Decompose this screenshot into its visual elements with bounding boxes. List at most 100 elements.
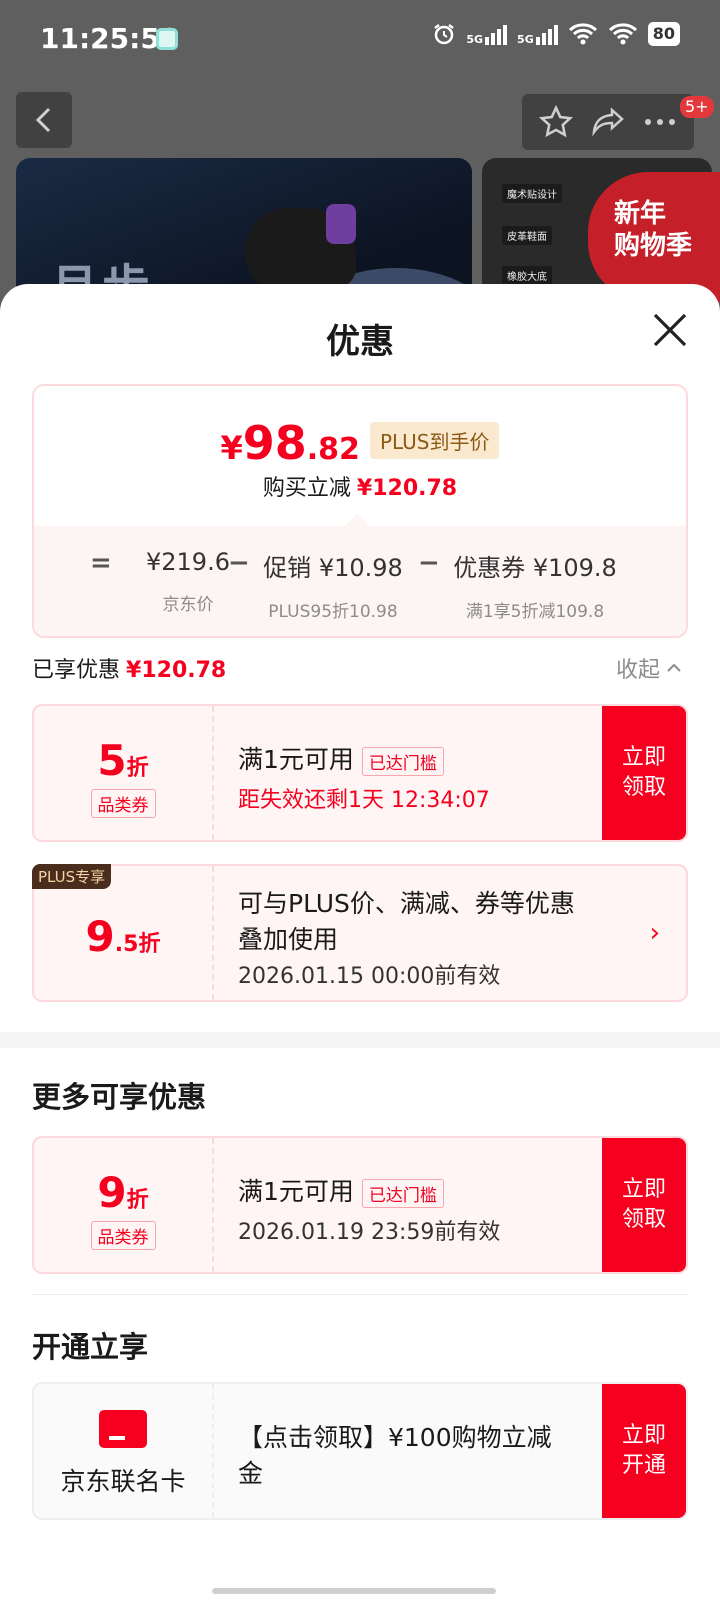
card-offer-description-cont: 金 — [238, 1459, 264, 1488]
app-notification-icon — [156, 28, 178, 50]
coupon-discount-rate: 5折 — [34, 736, 212, 785]
chevron-up-icon — [667, 663, 681, 672]
threshold-reached-tag: 已达门槛 — [361, 1178, 444, 1208]
coupon-discount-rate: 9.5折 — [34, 912, 212, 961]
discount-number: 5 — [97, 736, 127, 785]
share-icon[interactable] — [590, 106, 626, 138]
discount-bottom-sheet: 优惠 ¥ 98 .82 PLUS到手价 购买立减 ¥120.78 = ¥219.6… — [0, 284, 720, 1600]
purchase-reduction: 购买立减 ¥120.78 — [34, 470, 686, 502]
coupon-info: 满1元可用 已达门槛 距失效还剩1天 12:34:07 — [238, 740, 490, 814]
signal-bars-icon — [535, 23, 558, 45]
signal-bars-icon — [485, 23, 508, 45]
threshold-reached-tag: 已达门槛 — [361, 746, 444, 776]
category-coupon-card: 9折 品类券 满1元可用 已达门槛 2026.01.19 23:59前有效 立即领… — [32, 1136, 688, 1274]
coupon-validity: 2026.01.15 00:00前有效 — [238, 964, 501, 989]
card-offer-description: 【点击领取】¥100购物立减 — [238, 1423, 552, 1452]
promo-label: PLUS95折10.98 — [268, 602, 398, 622]
coupon-discount-block: 9折 品类券 — [34, 1138, 214, 1272]
category-coupon-card: 5折 品类券 满1元可用 已达门槛 距失效还剩1天 12:34:07 立即 领取 — [32, 704, 688, 842]
open-card-button[interactable]: 立即 开通 — [602, 1384, 686, 1518]
home-indicator[interactable] — [212, 1588, 496, 1594]
coupon-countdown: 距失效还剩1天 12:34:07 — [238, 788, 490, 813]
enjoyed-discount: 已享优惠 ¥120.78 — [32, 652, 226, 684]
promo-value: 促销 ¥10.98 — [263, 554, 403, 582]
status-icons: 5G 5G 80 — [432, 22, 680, 46]
section-divider-thin — [32, 1294, 688, 1295]
background-page: 11:25:50 5G 5G 80 5+ 月步 魔 — [0, 0, 720, 328]
button-line1: 立即 — [621, 1177, 666, 1202]
coupon-description: 可与PLUS价、满减、券等优惠 — [238, 889, 575, 918]
enjoyed-label: 已享优惠 — [32, 658, 121, 683]
coupon-info: 可与PLUS价、满减、券等优惠 叠加使用 2026.01.15 00:00前有效 — [238, 884, 575, 990]
equals-sign: = — [90, 548, 112, 578]
plus-exclusive-coupon-card[interactable]: 9.5折 可与PLUS价、满减、券等优惠 叠加使用 2026.01.15 00:… — [32, 864, 688, 1002]
card-offer-info: 【点击领取】¥100购物立减 金 — [238, 1418, 552, 1490]
button-line1: 立即 — [621, 1423, 666, 1448]
new-year-promo-badge: 新年 购物季 — [588, 172, 720, 302]
claim-coupon-button[interactable]: 立即 领取 — [602, 1138, 686, 1272]
card-block: 京东联名卡 — [34, 1384, 214, 1518]
banner-tag: 橡胶大底 — [502, 266, 552, 285]
minus-sign: − — [228, 548, 250, 578]
alarm-icon — [434, 24, 455, 45]
more-discounts-title: 更多可享优惠 — [32, 1080, 207, 1114]
minus-sign: − — [418, 548, 440, 578]
promo-discount: 促销 ¥10.98 PLUS95折10.98 — [258, 548, 408, 622]
chevron-right-icon: › — [649, 918, 660, 948]
wifi-icon — [608, 23, 637, 45]
discount-number: 9 — [85, 912, 115, 961]
coupon-discount-rate: 9折 — [34, 1168, 212, 1217]
network-type-1: 5G — [466, 33, 484, 46]
wifi-icon — [568, 23, 597, 45]
message-badge: 5+ — [680, 96, 714, 118]
coupon-discount: 优惠券 ¥109.8 满1享5折减109.8 — [450, 548, 620, 622]
back-button[interactable] — [16, 92, 72, 148]
credit-card-icon — [99, 1410, 147, 1448]
promo-text-line2: 购物季 — [614, 231, 693, 261]
collapse-button[interactable]: 收起 — [616, 652, 682, 684]
favorite-star-icon[interactable] — [538, 105, 573, 139]
collapse-label: 收起 — [616, 658, 661, 683]
reduction-amount: ¥120.78 — [356, 476, 458, 501]
coupon-label: 满1享5折减109.8 — [465, 602, 605, 622]
promo-text-line1: 新年 — [614, 199, 667, 229]
sheet-title: 优惠 — [326, 322, 394, 362]
top-actions — [522, 94, 694, 150]
category-coupon-tag: 品类券 — [90, 1221, 156, 1250]
more-dots-icon[interactable] — [643, 117, 677, 127]
banner-tag: 皮革鞋面 — [502, 226, 552, 245]
chevron-left-icon — [35, 107, 51, 133]
card-name: 京东联名卡 — [60, 1467, 186, 1496]
plus-price-tag: PLUS到手价 — [369, 422, 500, 459]
coupon-condition: 满1元可用 — [238, 1177, 354, 1206]
open-enjoy-title: 开通立享 — [32, 1330, 149, 1364]
close-icon[interactable] — [650, 310, 690, 350]
price-integer: 98 — [242, 416, 307, 470]
section-divider — [0, 1032, 720, 1048]
co-branded-card-offer: 京东联名卡 【点击领取】¥100购物立减 金 立即开通 — [32, 1382, 688, 1520]
price-decimal: .82 — [306, 432, 360, 467]
button-line2: 开通 — [621, 1453, 666, 1478]
discount-unit: 折 — [126, 1188, 149, 1213]
discount-unit: .5折 — [114, 932, 161, 957]
jd-price-label: 京东价 — [162, 595, 214, 615]
discount-number: 9 — [97, 1168, 127, 1217]
coupon-condition: 满1元可用 — [238, 745, 354, 774]
coupon-info: 满1元可用 已达门槛 2026.01.19 23:59前有效 — [238, 1172, 500, 1246]
coupon-discount-block: 5折 品类券 — [34, 706, 214, 840]
network-type-2: 5G — [517, 33, 534, 46]
price-currency: ¥ — [220, 429, 243, 467]
status-bar: 11:25:50 5G 5G 80 — [0, 0, 720, 80]
enjoyed-amount: ¥120.78 — [126, 658, 227, 683]
coupon-validity: 2026.01.19 23:59前有效 — [238, 1220, 501, 1245]
final-price: ¥ 98 .82 PLUS到手价 — [34, 416, 686, 470]
button-line2: 领取 — [621, 1207, 666, 1232]
claim-coupon-button[interactable]: 立即 领取 — [602, 706, 686, 840]
category-coupon-tag: 品类券 — [90, 789, 156, 818]
plus-exclusive-tag: PLUS专享 — [32, 864, 112, 889]
coupon-description-cont: 叠加使用 — [238, 925, 339, 954]
battery-indicator: 80 — [647, 22, 680, 46]
price-summary-card: ¥ 98 .82 PLUS到手价 购买立减 ¥120.78 = ¥219.6 京东… — [32, 384, 688, 638]
coupon-value: 优惠券 ¥109.8 — [453, 554, 617, 582]
reduction-label: 购买立减 — [262, 476, 351, 501]
